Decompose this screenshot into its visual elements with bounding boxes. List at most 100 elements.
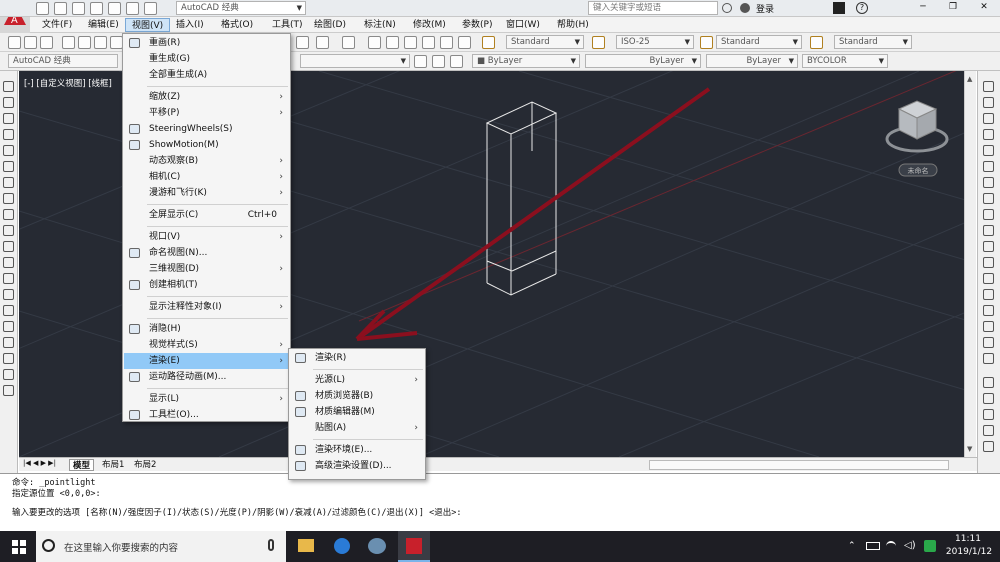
clock-date[interactable]: 2019/1/12 xyxy=(944,547,994,557)
view_menu-item-22[interactable]: 视觉样式(S) › xyxy=(124,337,289,353)
polygon-icon[interactable] xyxy=(3,129,14,140)
open-icon[interactable] xyxy=(54,2,67,15)
menu-item-8[interactable]: 修改(M) xyxy=(407,18,452,32)
text-style-dropdown[interactable]: Standard ▼ xyxy=(506,35,584,49)
file-explorer-icon[interactable] xyxy=(298,539,314,552)
search-icon[interactable] xyxy=(722,3,732,13)
plot-icon[interactable] xyxy=(62,36,75,49)
join-icon[interactable] xyxy=(983,289,994,300)
command-prompt[interactable]: 输入要更改的选项 [名称(N)/强度因子(I)/状态(S)/光度(P)/阴影(W… xyxy=(12,506,461,518)
view_menu-item-17[interactable]: 创建相机(T) xyxy=(124,277,289,293)
tab-model[interactable]: 模型 xyxy=(69,459,95,471)
draw-order-icon[interactable] xyxy=(983,377,994,388)
spline-icon[interactable] xyxy=(3,209,14,220)
move-icon[interactable] xyxy=(983,161,994,172)
copy-icon[interactable] xyxy=(983,97,994,108)
color-dropdown[interactable]: ■ ByLayer ▼ xyxy=(472,54,580,68)
view_menu-item-9[interactable]: 相机(C) › xyxy=(124,169,289,185)
view_menu-item-1[interactable]: 重生成(G) xyxy=(124,51,289,67)
search-input[interactable]: 键入关键字或短语 xyxy=(588,1,718,15)
send-back-icon[interactable] xyxy=(983,409,994,420)
save-icon[interactable] xyxy=(72,2,85,15)
menu-item-9[interactable]: 参数(P) xyxy=(456,18,498,32)
line-icon[interactable] xyxy=(3,81,14,92)
table-icon[interactable] xyxy=(3,353,14,364)
layer-states-icon[interactable] xyxy=(450,55,463,68)
design-center-icon[interactable] xyxy=(368,36,381,49)
tab-nav-first-icon[interactable]: |◀ ◀ ▶ ▶| xyxy=(23,459,56,467)
redo-icon[interactable] xyxy=(144,2,157,15)
gradient-icon[interactable] xyxy=(3,321,14,332)
mirror-icon[interactable] xyxy=(983,113,994,124)
view_menu-item-0[interactable]: 重画(R) xyxy=(124,35,289,51)
construction-line-icon[interactable] xyxy=(3,97,14,108)
mleader-style-dropdown[interactable]: Standard ▼ xyxy=(834,35,912,49)
publish-icon[interactable] xyxy=(94,36,107,49)
battery-icon[interactable] xyxy=(866,542,880,550)
view_menu-item-4[interactable]: 缩放(Z) › xyxy=(124,89,289,105)
quickcalc-icon[interactable] xyxy=(440,36,453,49)
help-icon[interactable]: ? xyxy=(856,2,868,14)
view_menu-item-5[interactable]: 平移(P) › xyxy=(124,105,289,121)
edge-browser-icon[interactable] xyxy=(334,538,350,554)
view_menu-item-14[interactable]: 视口(V) › xyxy=(124,229,289,245)
input-method-icon[interactable] xyxy=(924,540,936,552)
menu-item-7[interactable]: 标注(N) xyxy=(358,18,402,32)
table-style-dropdown[interactable]: Standard ▼ xyxy=(716,35,802,49)
ellipse-arc-icon[interactable] xyxy=(3,241,14,252)
rectangle-icon[interactable] xyxy=(3,145,14,156)
menu-item-11[interactable]: 帮助(H) xyxy=(551,18,595,32)
zoom-previous-icon[interactable] xyxy=(316,36,329,49)
polyline-icon[interactable] xyxy=(3,113,14,124)
explode-icon[interactable] xyxy=(983,353,994,364)
view_menu-item-24[interactable]: 运动路径动画(M)... xyxy=(124,369,289,385)
blend-icon[interactable] xyxy=(983,337,994,348)
insert-block-icon[interactable] xyxy=(3,257,14,268)
zoom-window-icon[interactable] xyxy=(296,36,309,49)
mleader-style-icon[interactable] xyxy=(810,36,823,49)
scale-icon[interactable] xyxy=(983,193,994,204)
render_submenu-item-4[interactable]: 材质编辑器(M) xyxy=(290,404,424,420)
view_menu-item-8[interactable]: 动态观察(B) › xyxy=(124,153,289,169)
text-style-icon[interactable] xyxy=(482,36,495,49)
tray-chevron-icon[interactable]: ⌃ xyxy=(848,541,856,551)
command-window[interactable]: 命令: _pointlight 指定源位置 <0,0,0>: 输入要更改的选项 … xyxy=(0,473,1000,521)
view_menu-item-21[interactable]: 消隐(H) xyxy=(124,321,289,337)
volume-icon[interactable]: ◁) xyxy=(904,540,916,551)
new-icon[interactable] xyxy=(36,2,49,15)
view_menu-item-23[interactable]: 渲染(E) › xyxy=(124,353,289,369)
view_menu-item-15[interactable]: 命名视图(N)... xyxy=(124,245,289,261)
properties-icon[interactable] xyxy=(342,36,355,49)
preview-icon[interactable] xyxy=(78,36,91,49)
extend-icon[interactable] xyxy=(983,241,994,252)
print-icon[interactable] xyxy=(108,2,121,15)
clock-time[interactable]: 11:11 xyxy=(948,534,988,544)
scroll-down-icon[interactable]: ▼ xyxy=(967,445,972,453)
make-current-layer-icon[interactable] xyxy=(414,55,427,68)
dim-style-icon[interactable] xyxy=(592,36,605,49)
menu-item-0[interactable]: 文件(F) xyxy=(36,18,78,32)
tab-layout1[interactable]: 布局1 xyxy=(99,459,127,471)
open-file-icon[interactable] xyxy=(24,36,37,49)
view_menu-item-2[interactable]: 全部重生成(A) xyxy=(124,67,289,83)
scroll-up-icon[interactable]: ▲ xyxy=(967,75,972,83)
tool-palettes-icon[interactable] xyxy=(386,36,399,49)
menu-item-5[interactable]: 工具(T) xyxy=(266,18,309,32)
view_menu-item-26[interactable]: 显示(L) › xyxy=(124,391,289,407)
taskbar-search-box[interactable]: 在这里输入你要搜索的内容 xyxy=(36,531,286,562)
linetype-dropdown[interactable]: ByLayer ▼ xyxy=(585,54,701,68)
render_submenu-item-8[interactable]: 高级渲染设置(D)... xyxy=(290,458,424,474)
erase-icon[interactable] xyxy=(983,81,994,92)
save-file-icon[interactable] xyxy=(40,36,53,49)
undo-icon[interactable] xyxy=(126,2,139,15)
workspace-switch-dropdown[interactable]: AutoCAD 经典 xyxy=(8,54,118,68)
qnew-icon[interactable] xyxy=(8,36,21,49)
revision-cloud-icon[interactable] xyxy=(3,193,14,204)
plotstyle-dropdown[interactable]: BYCOLOR ▼ xyxy=(802,54,888,68)
login-link[interactable]: 登录 xyxy=(756,2,774,15)
view_menu-item-12[interactable]: 全屏显示(C) Ctrl+0 xyxy=(124,207,289,223)
view_menu-item-7[interactable]: ShowMotion(M) xyxy=(124,137,289,153)
hatch-icon[interactable] xyxy=(3,305,14,316)
autocad-taskbar-button[interactable] xyxy=(398,531,430,562)
render_submenu-item-2[interactable]: 光源(L) › xyxy=(290,372,424,388)
